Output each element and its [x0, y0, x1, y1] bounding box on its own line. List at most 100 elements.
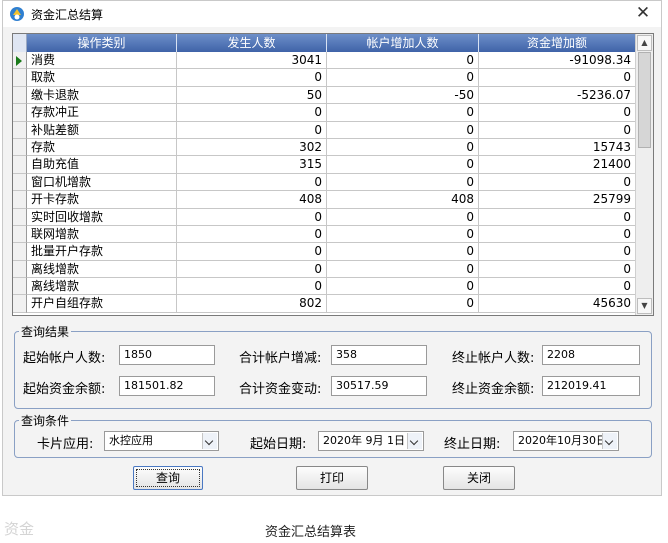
row-selector[interactable]	[13, 69, 27, 87]
card-app-select[interactable]: 水控应用	[104, 431, 219, 451]
cell-amount-added[interactable]: 0	[479, 69, 635, 87]
cell-amount-added[interactable]: 0	[479, 209, 635, 226]
cell-count[interactable]: 0	[177, 208, 327, 226]
row-selector[interactable]	[13, 138, 27, 157]
cell-account-added[interactable]: 0	[327, 156, 479, 174]
query-button[interactable]: 查询	[133, 466, 203, 490]
cell-count[interactable]: 3041	[177, 52, 327, 70]
table-row[interactable]: 缴卡退款 50 -50 -5236.07	[13, 86, 635, 105]
cell-category[interactable]: 开户自组存款	[27, 295, 177, 313]
row-selector[interactable]	[13, 156, 27, 174]
table-row[interactable]: 存款 302 0 15743	[13, 138, 635, 157]
cell-category[interactable]: 开卡存款	[27, 191, 177, 209]
cell-count[interactable]: 0	[177, 121, 327, 139]
row-selector[interactable]	[13, 243, 27, 261]
table-row[interactable]: 离线增款 0 0 0	[13, 278, 635, 296]
cell-account-added[interactable]: 0	[327, 104, 479, 122]
cell-category[interactable]: 缴卡退款	[27, 86, 177, 105]
cell-count[interactable]: 802	[177, 295, 327, 313]
end-balance-field[interactable]: 212019.41	[542, 376, 640, 396]
end-accounts-field[interactable]: 2208	[542, 345, 640, 365]
cell-account-added[interactable]: 0	[327, 278, 479, 296]
cell-amount-added[interactable]: 0	[479, 261, 635, 279]
row-selector[interactable]	[13, 52, 27, 70]
total-fund-change-field[interactable]: 30517.59	[331, 376, 427, 396]
row-selector[interactable]	[13, 278, 27, 296]
cell-category[interactable]: 批量开户存款	[27, 243, 177, 261]
cell-account-added[interactable]: 0	[327, 260, 479, 279]
cell-count[interactable]: 315	[177, 156, 327, 174]
cell-count[interactable]: 0	[177, 278, 327, 296]
column-header-count[interactable]: 发生人数	[177, 34, 327, 52]
cell-account-added[interactable]: 0	[327, 121, 479, 139]
table-row[interactable]: 补贴差额 0 0 0	[13, 121, 635, 139]
cell-count[interactable]: 408	[177, 191, 327, 209]
cell-count[interactable]: 50	[177, 86, 327, 105]
row-selector[interactable]	[13, 173, 27, 192]
scroll-thumb[interactable]	[638, 52, 651, 148]
column-header-account-added[interactable]: 帐户增加人数	[327, 34, 479, 52]
cell-amount-added[interactable]: -5236.07	[479, 87, 635, 105]
row-selector[interactable]	[13, 295, 27, 313]
cell-count[interactable]: 302	[177, 138, 327, 157]
cell-count[interactable]: 0	[177, 260, 327, 279]
chevron-down-icon[interactable]	[407, 433, 422, 449]
row-selector[interactable]	[13, 225, 27, 244]
start-date-picker[interactable]: 2020年 9月 1日	[318, 431, 424, 451]
start-balance-field[interactable]: 181501.82	[119, 376, 215, 396]
end-date-picker[interactable]: 2020年10月30日	[513, 431, 619, 451]
cell-account-added[interactable]: 0	[327, 208, 479, 226]
cell-amount-added[interactable]: 0	[479, 174, 635, 192]
total-account-change-field[interactable]: 358	[331, 345, 427, 365]
vertical-scrollbar[interactable]: ▲ ▼	[635, 34, 653, 315]
table-row[interactable]: 开户自组存款 802 0 45630	[13, 295, 635, 313]
cell-category[interactable]: 实时回收增款	[27, 208, 177, 226]
cell-amount-added[interactable]: 15743	[479, 139, 635, 157]
cell-category[interactable]: 自助充值	[27, 156, 177, 174]
close-button[interactable]: 关闭	[443, 466, 515, 490]
cell-account-added[interactable]: 408	[327, 191, 479, 209]
cell-count[interactable]: 0	[177, 243, 327, 261]
row-selector[interactable]	[13, 191, 27, 209]
cell-amount-added[interactable]: 0	[479, 104, 635, 122]
scroll-up-icon[interactable]: ▲	[637, 35, 652, 51]
table-row[interactable]: 窗口机增款 0 0 0	[13, 173, 635, 192]
row-selector[interactable]	[13, 104, 27, 122]
column-header-category[interactable]: 操作类别	[27, 34, 177, 52]
cell-amount-added[interactable]: 25799	[479, 191, 635, 209]
cell-amount-added[interactable]: 21400	[479, 156, 635, 174]
table-row[interactable]: 自助充值 315 0 21400	[13, 156, 635, 174]
summary-grid[interactable]: 操作类别 发生人数 帐户增加人数 资金增加额 消费 3041 0 -91098.34 取…	[12, 33, 654, 316]
cell-category[interactable]: 离线增款	[27, 278, 177, 296]
row-selector[interactable]	[13, 208, 27, 226]
cell-category[interactable]: 联网增款	[27, 225, 177, 244]
cell-category[interactable]: 存款	[27, 138, 177, 157]
print-button[interactable]: 打印	[296, 466, 368, 490]
cell-amount-added[interactable]: 0	[479, 278, 635, 296]
cell-category[interactable]: 消费	[27, 52, 177, 70]
cell-amount-added[interactable]: 0	[479, 122, 635, 139]
cell-account-added[interactable]: -50	[327, 86, 479, 105]
cell-category[interactable]: 补贴差额	[27, 121, 177, 139]
cell-count[interactable]: 0	[177, 104, 327, 122]
cell-account-added[interactable]: 0	[327, 173, 479, 192]
cell-category[interactable]: 离线增款	[27, 260, 177, 279]
row-selector[interactable]	[13, 121, 27, 139]
cell-account-added[interactable]: 0	[327, 243, 479, 261]
chevron-down-icon[interactable]	[602, 433, 617, 449]
cell-count[interactable]: 0	[177, 69, 327, 87]
cell-amount-added[interactable]: 0	[479, 226, 635, 244]
chevron-down-icon[interactable]	[202, 433, 217, 449]
column-header-amount-added[interactable]: 资金增加额	[479, 34, 635, 52]
table-row[interactable]: 开卡存款 408 408 25799	[13, 191, 635, 209]
cell-count[interactable]: 0	[177, 173, 327, 192]
table-row[interactable]: 批量开户存款 0 0 0	[13, 243, 635, 261]
cell-category[interactable]: 窗口机增款	[27, 173, 177, 192]
table-row[interactable]: 取款 0 0 0	[13, 69, 635, 87]
cell-account-added[interactable]: 0	[327, 138, 479, 157]
cell-category[interactable]: 存款冲正	[27, 104, 177, 122]
table-row[interactable]: 存款冲正 0 0 0	[13, 104, 635, 122]
cell-count[interactable]: 0	[177, 225, 327, 244]
table-row[interactable]: 实时回收增款 0 0 0	[13, 208, 635, 226]
table-row[interactable]: 联网增款 0 0 0	[13, 225, 635, 244]
